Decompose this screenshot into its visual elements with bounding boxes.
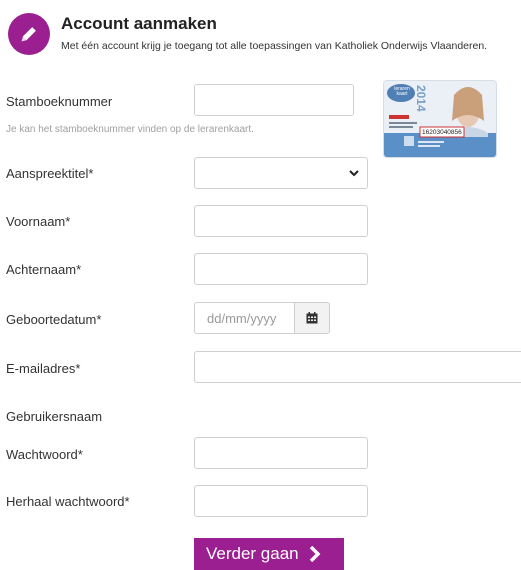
- chevron-down-icon: [349, 169, 359, 177]
- card-year: 2014: [414, 85, 428, 112]
- achternaam-input[interactable]: [194, 253, 368, 285]
- pencil-icon: [8, 13, 50, 55]
- card-brand: leraren kaart: [394, 86, 410, 97]
- geboortedatum-label: Geboortedatum*: [6, 312, 102, 327]
- gebruikersnaam-label: Gebruikersnaam: [6, 409, 103, 424]
- wachtwoord-label: Wachtwoord*: [6, 447, 83, 462]
- stamboeknummer-label: Stamboeknummer: [6, 94, 113, 109]
- herhaal-wachtwoord-label: Herhaal wachtwoord*: [6, 494, 130, 509]
- herhaal-wachtwoord-input[interactable]: [194, 485, 368, 517]
- voornaam-label: Voornaam*: [6, 214, 71, 229]
- lerarenkaart-image: 2014 16203040856 leraren kaart: [383, 80, 497, 158]
- email-label: E-mailadres*: [6, 361, 81, 376]
- wachtwoord-input[interactable]: [194, 437, 368, 469]
- calendar-button[interactable]: [294, 302, 330, 334]
- aanspreektitel-label: Aanspreektitel*: [6, 166, 94, 181]
- aanspreektitel-select[interactable]: [194, 157, 368, 189]
- stamboeknummer-input[interactable]: [194, 84, 354, 116]
- page-title: Account aanmaken: [61, 14, 217, 33]
- stamboeknummer-hint: Je kan het stamboeknummer vinden op de l…: [6, 124, 254, 135]
- verder-gaan-button[interactable]: Verder gaan: [194, 538, 344, 570]
- geboortedatum-input[interactable]: dd/mm/yyyy: [194, 302, 295, 334]
- calendar-icon: [306, 312, 318, 324]
- card-number: 16203040856: [422, 129, 462, 136]
- verder-gaan-label: Verder gaan: [206, 544, 299, 563]
- chevron-right-icon: [309, 546, 321, 562]
- voornaam-input[interactable]: [194, 205, 368, 237]
- page-subtitle: Met één account krijg je toegang tot all…: [61, 40, 488, 52]
- email-input[interactable]: [194, 351, 521, 383]
- achternaam-label: Achternaam*: [6, 262, 82, 277]
